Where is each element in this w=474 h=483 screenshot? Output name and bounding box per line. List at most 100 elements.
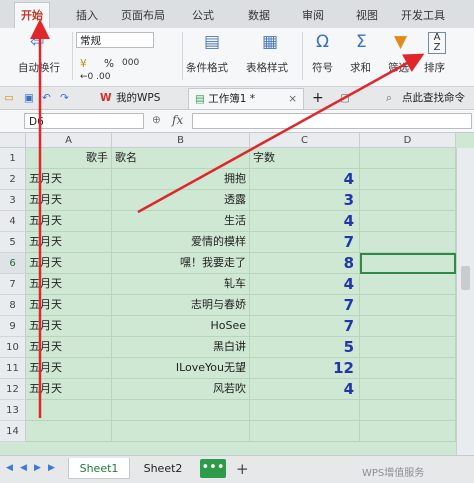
table-style-icon[interactable]: ▦ (262, 34, 278, 51)
row-header[interactable]: 3 (0, 190, 26, 211)
search-icon[interactable]: ⌕ (386, 90, 392, 106)
cell-d10[interactable] (360, 337, 456, 358)
sum-icon[interactable]: Σ (356, 34, 367, 51)
cell-d3[interactable] (360, 190, 456, 211)
cell-c12[interactable]: 4 (250, 379, 360, 400)
cell-c10[interactable]: 5 (250, 337, 360, 358)
ribbon-tab[interactable]: 数据 (244, 6, 274, 26)
cell-a3[interactable]: 五月天 (26, 190, 112, 211)
ribbon-tab[interactable]: 开发工具 (398, 6, 448, 26)
cell-c11[interactable]: 12 (250, 358, 360, 379)
row-header[interactable]: 4 (0, 211, 26, 232)
row-header[interactable]: 5 (0, 232, 26, 253)
row-header[interactable]: 10 (0, 337, 26, 358)
cell-d8[interactable] (360, 295, 456, 316)
last-sheet-icon[interactable]: ▶ (48, 463, 55, 473)
currency-icon[interactable]: ¥ (80, 58, 87, 70)
ribbon-tab[interactable]: 开始 (14, 2, 50, 29)
cell-b9[interactable]: HoSee (112, 316, 250, 337)
sum-button[interactable]: 求和 (350, 60, 371, 75)
cell-c1[interactable]: 字数 (250, 148, 360, 169)
cell-c7[interactable]: 4 (250, 274, 360, 295)
spreadsheet-grid[interactable]: A B C D 1 歌手 歌名 字数 2 五月天 拥抱 4 3 五月天 透露 3 4 五月天 生活 4 5 五月天 爱情的模… (0, 133, 474, 455)
close-tab-icon[interactable]: × (288, 89, 297, 110)
formula-input[interactable] (192, 113, 472, 129)
cell-d5[interactable] (360, 232, 456, 253)
cell-b4[interactable]: 生活 (112, 211, 250, 232)
sheet-tab-1[interactable]: Sheet1 (68, 458, 130, 479)
table-style-button[interactable]: 表格样式 (246, 60, 288, 75)
cell-b10[interactable]: 黑白讲 (112, 337, 250, 358)
cell-d6[interactable] (360, 253, 456, 274)
layout-icon[interactable]: ▢ (340, 90, 350, 106)
cell-b3[interactable]: 透露 (112, 190, 250, 211)
prev-sheet-icon[interactable]: ◀ (20, 463, 27, 473)
cell-a12[interactable]: 五月天 (26, 379, 112, 400)
ribbon-tab[interactable]: 审阅 (298, 6, 328, 26)
cell-d13[interactable] (360, 400, 456, 421)
cell-d11[interactable] (360, 358, 456, 379)
filter-icon[interactable]: ▼ (394, 34, 407, 51)
cell-a11[interactable]: 五月天 (26, 358, 112, 379)
ribbon-tab[interactable]: 公式 (188, 6, 218, 26)
cell-b11[interactable]: ILoveYou无望 (112, 358, 250, 379)
row-header[interactable]: 7 (0, 274, 26, 295)
wrap-text-button[interactable]: 自动换行 (18, 60, 60, 75)
column-header[interactable]: C (250, 133, 360, 148)
save-icon[interactable]: ▣ (24, 90, 34, 106)
row-header[interactable]: 1 (0, 148, 26, 169)
cell-c6[interactable]: 8 (250, 253, 360, 274)
cell-a4[interactable]: 五月天 (26, 211, 112, 232)
cell-a1[interactable]: 歌手 (26, 148, 112, 169)
cell-a5[interactable]: 五月天 (26, 232, 112, 253)
cell-c9[interactable]: 7 (250, 316, 360, 337)
cell-a10[interactable]: 五月天 (26, 337, 112, 358)
cell-d9[interactable] (360, 316, 456, 337)
cell-b13[interactable] (112, 400, 250, 421)
percent-icon[interactable]: % (104, 58, 114, 70)
cell-a8[interactable]: 五月天 (26, 295, 112, 316)
cell-c5[interactable]: 7 (250, 232, 360, 253)
row-header[interactable]: 11 (0, 358, 26, 379)
conditional-format-icon[interactable]: ▤ (204, 34, 220, 51)
cell-b7[interactable]: 轧车 (112, 274, 250, 295)
wrap-text-icon[interactable]: ⏎ (30, 34, 44, 51)
ribbon-tab[interactable]: 页面布局 (118, 6, 168, 26)
column-header[interactable]: A (26, 133, 112, 148)
row-header[interactable]: 6 (0, 253, 26, 274)
row-header[interactable]: 9 (0, 316, 26, 337)
my-wps-tab[interactable]: 我的WPS (116, 90, 160, 106)
cell-c4[interactable]: 4 (250, 211, 360, 232)
cell-d12[interactable] (360, 379, 456, 400)
conditional-format-button[interactable]: 条件格式 (186, 60, 228, 75)
function-icon[interactable]: fx (172, 113, 183, 127)
select-all-corner[interactable] (0, 133, 26, 148)
sheet-tab-2[interactable]: Sheet2 (132, 458, 194, 479)
next-sheet-icon[interactable]: ▶ (34, 463, 41, 473)
cell-c3[interactable]: 3 (250, 190, 360, 211)
more-sheets-button[interactable]: ••• (200, 459, 226, 478)
row-header[interactable]: 13 (0, 400, 26, 421)
new-tab-icon[interactable]: + (312, 90, 324, 106)
cell-d14[interactable] (360, 421, 456, 442)
zoom-icon[interactable]: ⊕ (152, 114, 161, 126)
column-header[interactable]: D (360, 133, 456, 148)
row-header[interactable]: 2 (0, 169, 26, 190)
cell-d2[interactable] (360, 169, 456, 190)
row-header[interactable]: 8 (0, 295, 26, 316)
cell-d4[interactable] (360, 211, 456, 232)
cell-a9[interactable]: 五月天 (26, 316, 112, 337)
cell-b12[interactable]: 风若吹 (112, 379, 250, 400)
ribbon-tab[interactable]: 视图 (352, 6, 382, 26)
ribbon-tab[interactable]: 插入 (72, 6, 102, 26)
add-sheet-icon[interactable]: + (236, 460, 249, 478)
menu-icon[interactable]: ▭ (4, 90, 14, 106)
cell-a2[interactable]: 五月天 (26, 169, 112, 190)
cell-b6[interactable]: 嘿！我要走了 (112, 253, 250, 274)
cell-b1[interactable]: 歌名 (112, 148, 250, 169)
redo-icon[interactable]: ↷ (60, 90, 69, 106)
vertical-scrollbar[interactable] (456, 148, 474, 455)
cell-b5[interactable]: 爱情的模样 (112, 232, 250, 253)
filter-button[interactable]: 筛选 (388, 60, 409, 75)
cell-a7[interactable]: 五月天 (26, 274, 112, 295)
